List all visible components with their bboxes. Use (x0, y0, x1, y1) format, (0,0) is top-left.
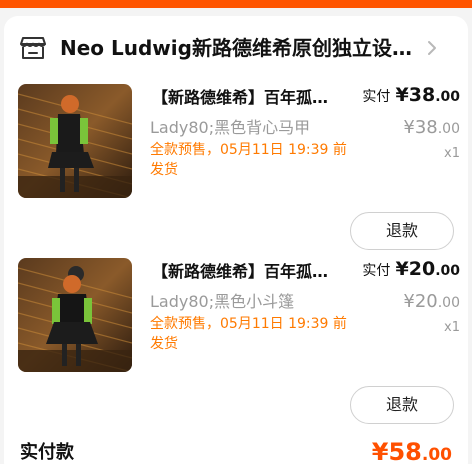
original-price-cents: .00 (437, 295, 460, 311)
presale-notice: 全款预售，05月11日 19:39 前发货 (150, 316, 347, 352)
paid-amount-cents: .00 (435, 263, 460, 279)
original-price: ¥38.00 (360, 114, 460, 142)
refund-button[interactable]: 退款 (350, 386, 454, 424)
quantity: x1 (444, 146, 460, 161)
original-price-int: ¥20 (403, 291, 438, 312)
product-thumbnail[interactable] (18, 258, 132, 372)
paid-price: 实付 ¥38.00 (360, 84, 460, 112)
product-spec: Lady80;黑色小斗篷 (150, 292, 295, 311)
shop-name[interactable]: Neo Ludwig新路德维希原创独立设… (60, 32, 420, 64)
total-label: 实付款 (20, 442, 74, 463)
paid-price: 实付 ¥20.00 (360, 258, 460, 286)
refund-button[interactable]: 退款 (350, 212, 454, 250)
paid-amount-cents: .00 (435, 89, 460, 105)
paid-amount-int: ¥38 (395, 84, 436, 106)
product-thumbnail[interactable] (18, 84, 132, 198)
total-amount: ¥58.00 (372, 434, 452, 464)
presale-notice: 全款预售，05月11日 19:39 前发货 (150, 142, 347, 178)
order-item[interactable]: 【新路德维希】百年孤… Lady80;黑色背心马甲 全款预售，05月11日 19… (4, 84, 468, 260)
paid-amount: ¥38.00 (396, 84, 460, 106)
paid-label: 实付 (362, 263, 391, 279)
total-amount-int: ¥58 (371, 438, 422, 464)
product-title[interactable]: 【新路德维希】百年孤… (152, 84, 356, 112)
shop-header[interactable]: Neo Ludwig新路德维希原创独立设… (4, 16, 468, 76)
order-total-row: 实付款 ¥58.00 (4, 430, 468, 464)
product-spec: Lady80;黑色背心马甲 (150, 118, 311, 137)
store-icon (20, 36, 46, 60)
original-price-cents: .00 (437, 121, 460, 137)
top-accent-strip (0, 0, 472, 8)
product-title[interactable]: 【新路德维希】百年孤… (152, 258, 356, 286)
chevron-right-icon[interactable] (422, 36, 442, 60)
total-amount-cents: .00 (421, 445, 452, 464)
paid-amount-int: ¥20 (395, 258, 436, 280)
order-item[interactable]: 【新路德维希】百年孤… Lady80;黑色小斗篷 全款预售，05月11日 19:… (4, 258, 468, 434)
original-price-int: ¥38 (403, 117, 438, 138)
quantity: x1 (444, 320, 460, 335)
paid-amount: ¥20.00 (396, 258, 460, 280)
paid-label: 实付 (362, 89, 391, 105)
order-card: Neo Ludwig新路德维希原创独立设… 【新路德维希】百年孤… Lady80… (4, 16, 468, 464)
original-price: ¥20.00 (360, 288, 460, 316)
